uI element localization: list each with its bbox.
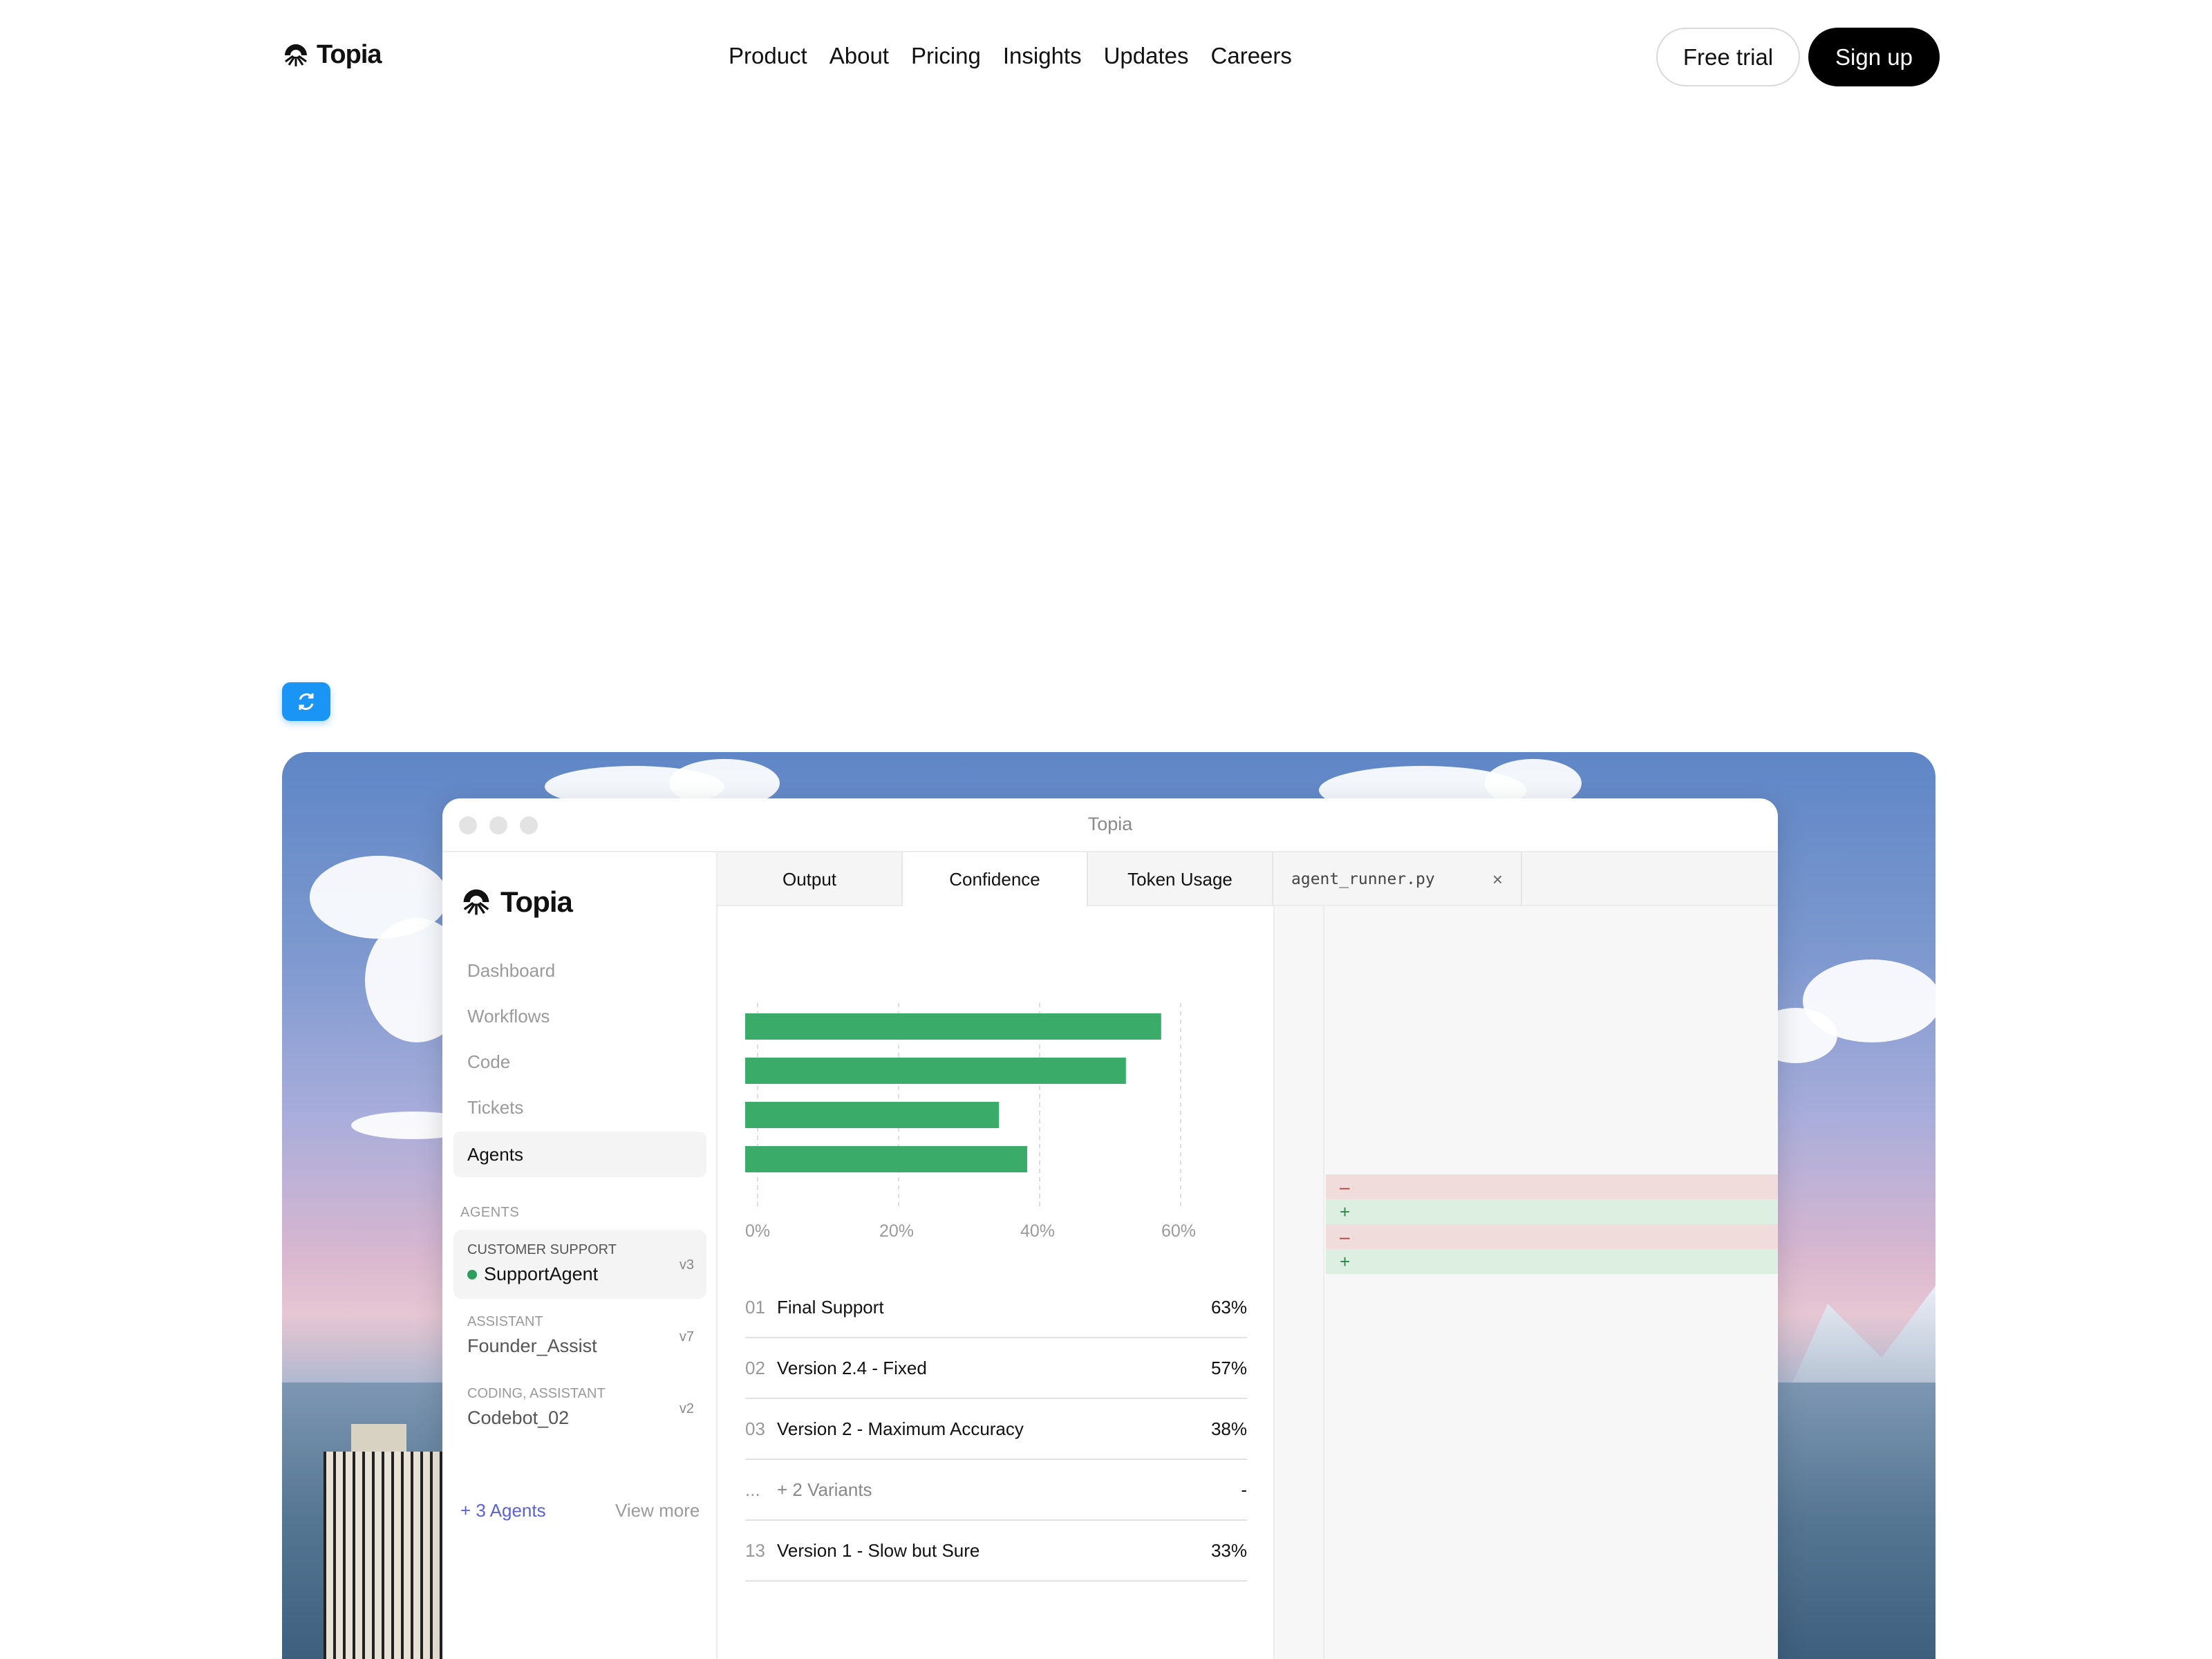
row-value: -	[1241, 1479, 1247, 1500]
brand-logo[interactable]: Topia	[282, 40, 382, 70]
table-row[interactable]: 02 Version 2.4 - Fixed 57%	[745, 1338, 1247, 1399]
row-index: 01	[745, 1296, 765, 1318]
agent-name: SupportAgent	[467, 1264, 693, 1285]
row-value: 63%	[1210, 1296, 1247, 1318]
sidebar: Topia Dashboard Workflows Code Tickets A…	[442, 852, 718, 1659]
file-tab-name: agent_runner.py	[1291, 870, 1435, 888]
row-label: Version 1 - Slow but Sure	[777, 1539, 980, 1561]
sign-up-button[interactable]: Sign up	[1808, 28, 1940, 86]
agent-version: v7	[679, 1329, 694, 1344]
app-window: Topia Topia Dashboard Workflows Code Tic…	[442, 798, 1778, 1659]
top-nav: Topia Product About Pricing Insights Upd…	[0, 0, 2212, 114]
x-tick-label: 0%	[745, 1221, 770, 1241]
refresh-button[interactable]	[282, 682, 330, 721]
agent-category: CODING, ASSISTANT	[467, 1386, 606, 1401]
agent-name: Codebot_02	[467, 1407, 570, 1428]
close-icon[interactable]: ×	[1492, 869, 1503, 890]
agent-version: v2	[679, 1401, 694, 1416]
agent-version: v3	[679, 1257, 694, 1273]
sidebar-item-agents[interactable]: Agents	[453, 1132, 706, 1177]
view-more-link[interactable]: View more	[615, 1500, 700, 1521]
row-label: + 2 Variants	[777, 1479, 872, 1500]
menu-insights[interactable]: Insights	[1003, 43, 1082, 69]
table-row[interactable]: 03 Version 2 - Maximum Accuracy 38%	[745, 1399, 1247, 1460]
row-label: Final Support	[777, 1296, 884, 1318]
row-index: 03	[745, 1418, 765, 1439]
row-index: 13	[745, 1539, 765, 1561]
table-row[interactable]: ... + 2 Variants -	[745, 1460, 1247, 1521]
x-tick-label: 20%	[879, 1221, 914, 1241]
sidebar-logo[interactable]: Topia	[460, 885, 573, 919]
refresh-icon	[299, 693, 314, 710]
diff-line-added: +	[1326, 1249, 1778, 1274]
table-row[interactable]: 13 Version 1 - Slow but Sure 33%	[745, 1521, 1247, 1582]
row-value: 38%	[1210, 1418, 1247, 1439]
free-trial-button[interactable]: Free trial	[1656, 28, 1800, 86]
sidebar-item-workflows[interactable]: Workflows	[453, 993, 706, 1039]
menu-updates[interactable]: Updates	[1104, 43, 1189, 69]
menu-pricing[interactable]: Pricing	[911, 43, 981, 69]
sidebar-item-tickets[interactable]: Tickets	[453, 1085, 706, 1130]
row-value: 33%	[1210, 1539, 1247, 1561]
brand-name: Topia	[317, 40, 382, 69]
results-table: 01 Final Support 63% 02 Version 2.4 - Fi…	[745, 1277, 1247, 1582]
tab-file[interactable]: agent_runner.py ×	[1273, 852, 1522, 906]
agent-category: CUSTOMER SUPPORT	[467, 1242, 617, 1257]
diff-line-removed: –	[1326, 1174, 1778, 1199]
row-label: Version 2.4 - Fixed	[777, 1357, 927, 1378]
sidebar-item-code[interactable]: Code	[453, 1039, 706, 1085]
diff-line-removed: –	[1326, 1224, 1778, 1249]
chart-bar[interactable]	[745, 1058, 1126, 1084]
agent-card[interactable]: ASSISTANT Founder_Assist v7	[453, 1302, 706, 1371]
agent-category: ASSISTANT	[467, 1314, 543, 1329]
chart-bar[interactable]	[745, 1013, 1161, 1040]
agent-name: Founder_Assist	[467, 1335, 597, 1356]
status-dot-icon	[467, 1269, 477, 1280]
diff-line-added: +	[1326, 1199, 1778, 1224]
table-row[interactable]: 01 Final Support 63%	[745, 1277, 1247, 1338]
line-gutter	[1275, 906, 1324, 1659]
menu-about[interactable]: About	[830, 43, 889, 69]
row-index: 02	[745, 1357, 765, 1378]
confidence-chart: 0% 20% 40% 60%	[745, 1003, 1196, 1241]
x-tick-label: 60%	[1161, 1221, 1196, 1241]
sidebar-brand: Topia	[500, 885, 573, 918]
row-label: Version 2 - Maximum Accuracy	[777, 1418, 1024, 1439]
code-editor[interactable]: – + – +	[1275, 906, 1778, 1659]
tab-token-usage[interactable]: Token Usage	[1088, 852, 1273, 906]
main-menu: Product About Pricing Insights Updates C…	[729, 43, 1292, 69]
chart-bar[interactable]	[745, 1102, 1000, 1128]
agents-section-label: AGENTS	[460, 1205, 520, 1220]
menu-product[interactable]: Product	[729, 43, 807, 69]
agent-card[interactable]: CUSTOMER SUPPORT SupportAgent v3	[453, 1230, 706, 1299]
row-value: 57%	[1210, 1357, 1247, 1378]
topia-logo-icon	[463, 889, 489, 915]
x-tick-label: 40%	[1020, 1221, 1055, 1241]
window-title: Topia	[1087, 814, 1133, 834]
chart-bar[interactable]	[745, 1146, 1027, 1172]
agent-card[interactable]: CODING, ASSISTANT Codebot_02 v2	[453, 1374, 706, 1443]
menu-careers[interactable]: Careers	[1211, 43, 1292, 69]
tab-bar: Output Confidence Token Usage agent_runn…	[718, 852, 1778, 906]
row-index: ...	[745, 1479, 760, 1500]
sidebar-item-dashboard[interactable]: Dashboard	[453, 948, 706, 993]
tab-output[interactable]: Output	[718, 852, 903, 906]
tab-confidence[interactable]: Confidence	[903, 852, 1088, 906]
topia-logo-icon	[285, 44, 307, 66]
title-bar: Topia	[442, 798, 1778, 852]
more-agents-link[interactable]: + 3 Agents	[460, 1500, 546, 1521]
confidence-panel: 0% 20% 40% 60% 01 Final Support 63% 02 Vers…	[718, 906, 1275, 1659]
